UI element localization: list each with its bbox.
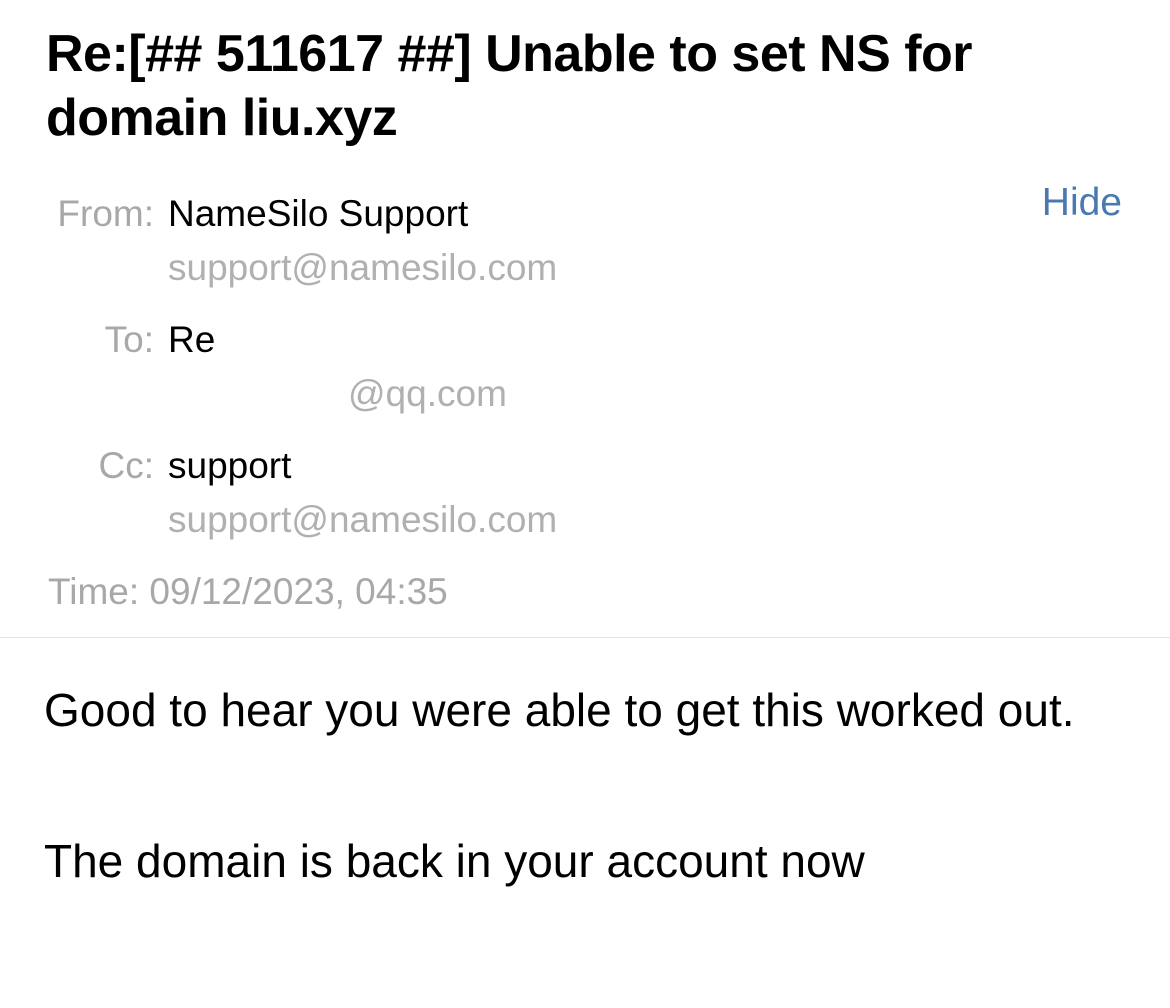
to-recipient-name[interactable]: Re (168, 316, 215, 364)
redacted-region (168, 376, 348, 417)
header-divider (0, 637, 1170, 638)
body-paragraph: The domain is back in your account now (44, 835, 865, 887)
to-recipient-address[interactable]: @qq.com (168, 370, 507, 418)
hide-details-button[interactable]: Hide (1042, 178, 1122, 228)
to-label: To: (104, 319, 154, 360)
email-body: Good to hear you were able to get this w… (44, 672, 1124, 899)
cc-recipient-address[interactable]: support@namesilo.com (168, 496, 557, 544)
time-value: 09/12/2023, 04:35 (149, 571, 448, 612)
body-paragraph: Good to hear you were able to get this w… (44, 684, 1075, 736)
time-row: Time: 09/12/2023, 04:35 (48, 568, 448, 616)
from-sender-name[interactable]: NameSilo Support (168, 190, 468, 238)
from-label: From: (57, 193, 154, 234)
to-recipient-address-domain: @qq.com (348, 373, 507, 414)
from-sender-address[interactable]: support@namesilo.com (168, 244, 557, 292)
time-label: Time: (48, 571, 140, 612)
email-subject: Re:[## 511617 ##] Unable to set NS for d… (46, 25, 973, 147)
cc-recipient-name[interactable]: support (168, 442, 291, 490)
cc-label: Cc: (98, 445, 155, 486)
